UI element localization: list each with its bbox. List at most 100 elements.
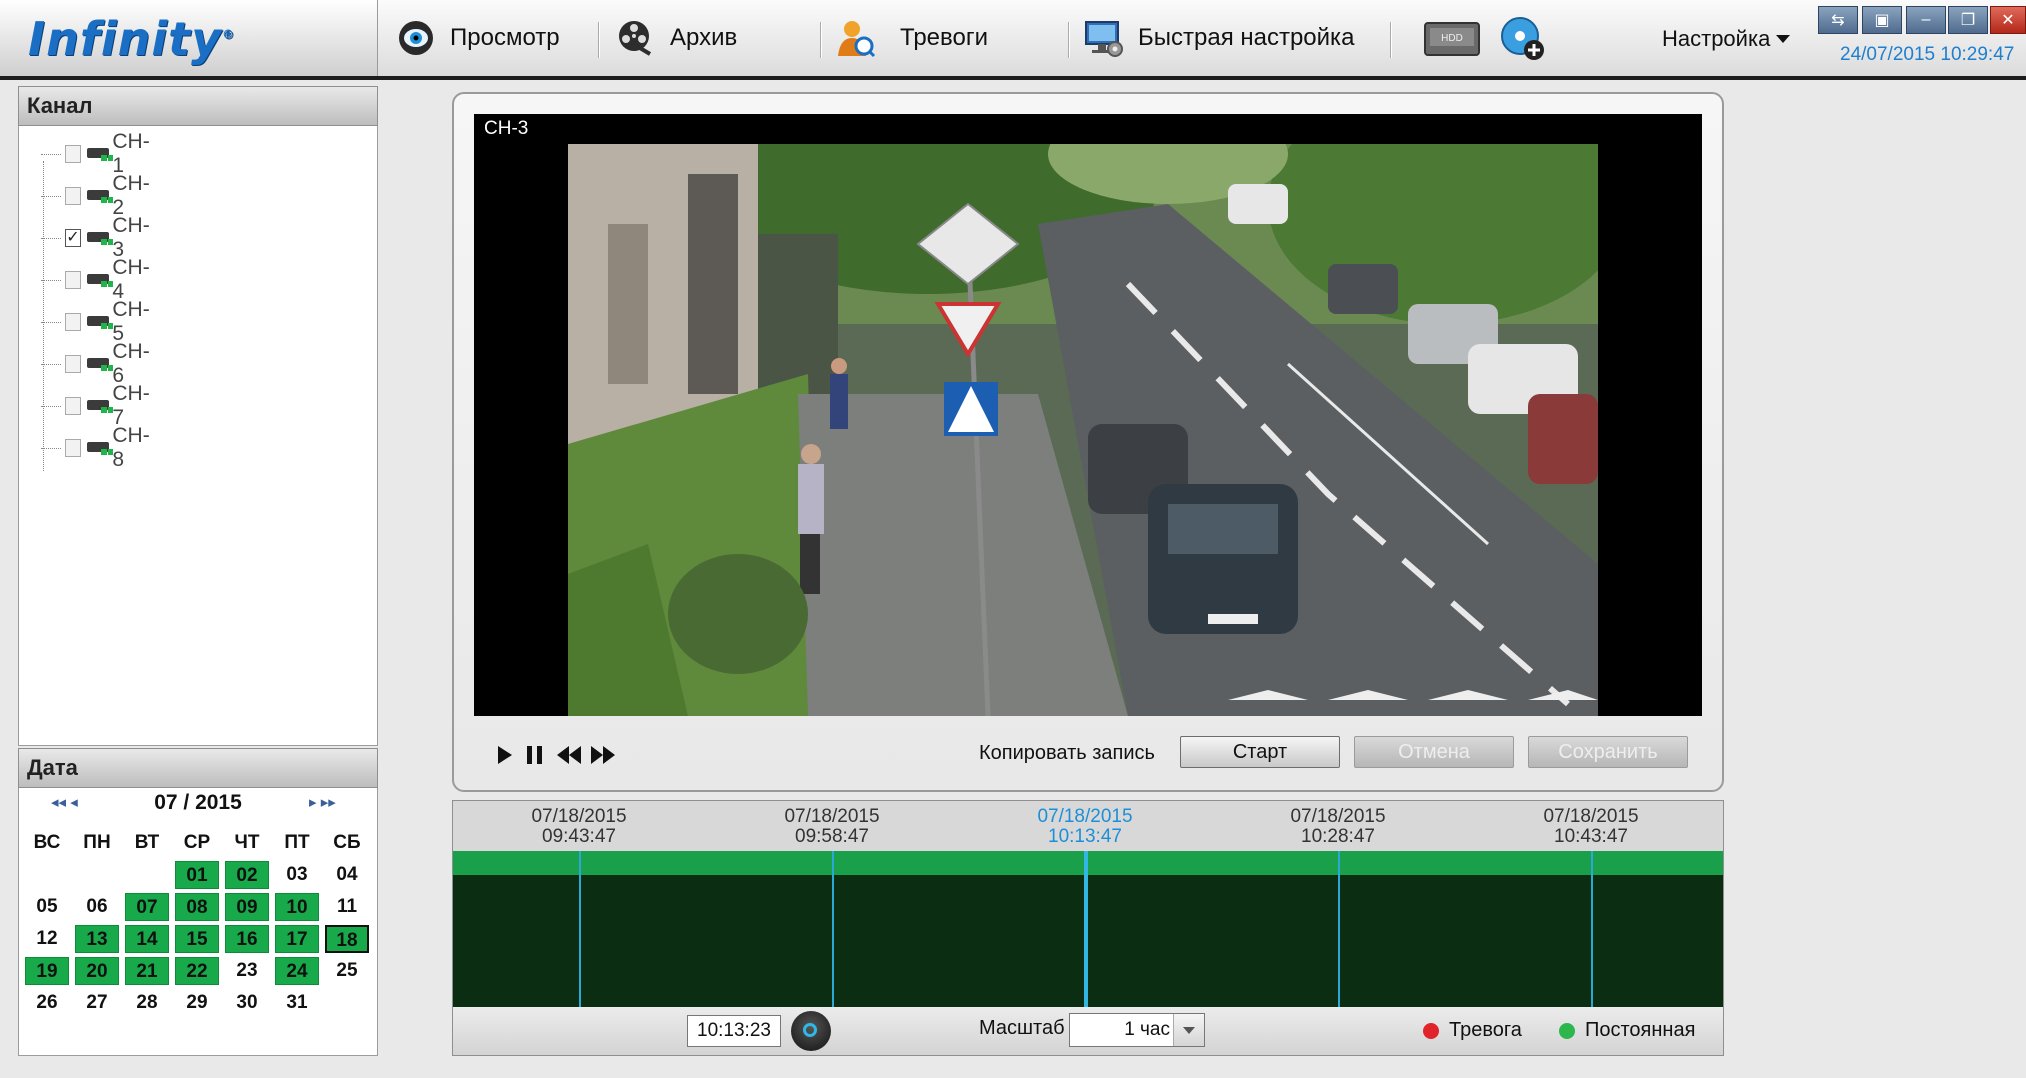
window-switch-button[interactable]: ⇆ — [1818, 6, 1858, 34]
calendar-day[interactable]: 03 — [275, 861, 319, 889]
scale-select[interactable]: 1 час — [1069, 1013, 1205, 1047]
tree-line — [41, 405, 61, 407]
calendar-day[interactable]: 12 — [25, 925, 69, 953]
channel-item[interactable]: CH-2 — [41, 172, 156, 219]
calendar-day[interactable]: 04 — [325, 861, 369, 889]
calendar-weekday: ПТ — [284, 832, 310, 853]
nav-label: Архив — [670, 24, 738, 51]
legend-alarm: Тревога — [1423, 1019, 1522, 1042]
calendar-day[interactable]: 26 — [25, 989, 69, 1017]
calendar-day[interactable]: 15 — [175, 925, 219, 953]
calendar-day[interactable]: 11 — [325, 893, 369, 921]
nav-quick-setup[interactable]: Быстрая настройка — [1084, 18, 1354, 58]
calendar-day[interactable]: 14 — [125, 925, 169, 953]
nav-label: Тревоги — [900, 24, 988, 51]
calendar-day[interactable]: 31 — [275, 989, 319, 1017]
pause-button[interactable] — [520, 740, 550, 770]
chevron-down-icon[interactable] — [1173, 1014, 1204, 1046]
timeline-playhead[interactable] — [1084, 851, 1088, 1007]
calendar-weekday: СР — [183, 832, 211, 853]
hdd-icon[interactable]: HDD — [1424, 22, 1480, 56]
channel-checkbox[interactable] — [64, 397, 82, 415]
channel-item[interactable]: CH-5 — [41, 298, 156, 345]
calendar-day[interactable]: 08 — [175, 893, 219, 921]
nav-live-view[interactable]: Просмотр — [396, 18, 560, 58]
nav-label: Просмотр — [450, 24, 560, 51]
channel-item[interactable]: CH-8 — [41, 424, 156, 471]
calendar-day[interactable]: 01 — [175, 861, 219, 889]
channel-checkbox[interactable] — [64, 439, 82, 457]
current-time-field[interactable]: 10:13:23 — [687, 1015, 781, 1047]
svg-text:HDD: HDD — [1441, 33, 1463, 44]
timeline-track-area[interactable] — [453, 875, 1723, 1007]
app-logo: Infinity® — [28, 12, 236, 66]
timeline-tick-label: 07/18/2015 10:43:47 — [1543, 806, 1639, 847]
tree-line — [41, 153, 61, 155]
video-frame[interactable] — [474, 144, 1702, 716]
channel-item[interactable]: CH-7 — [41, 382, 156, 429]
camera-icon — [87, 440, 114, 456]
camera-icon — [87, 314, 114, 330]
timeline-tick-label: 07/18/2015 09:43:47 — [531, 806, 627, 847]
channel-item[interactable]: CH-4 — [41, 256, 156, 303]
channel-checkbox[interactable] — [64, 355, 82, 373]
calendar-day[interactable]: 16 — [225, 925, 269, 953]
video-channel-title: CH-3 — [474, 114, 1702, 144]
calendar-day[interactable]: 22 — [175, 957, 219, 985]
fast-forward-button[interactable] — [588, 740, 618, 770]
channel-checkbox[interactable] — [64, 145, 82, 163]
nav-archive[interactable]: Архив — [616, 18, 737, 58]
camera-icon — [87, 230, 114, 246]
calendar-day[interactable]: 24 — [275, 957, 319, 985]
channel-label: CH-5 — [112, 298, 150, 345]
copy-record-label: Копировать запись — [979, 742, 1155, 764]
calendar-day[interactable]: 17 — [275, 925, 319, 953]
calendar-day[interactable]: 06 — [75, 893, 119, 921]
calendar-day[interactable]: 27 — [75, 989, 119, 1017]
channel-label: CH-1 — [112, 130, 150, 177]
calendar-day[interactable]: 30 — [225, 989, 269, 1017]
save-button[interactable]: Сохранить — [1528, 736, 1688, 768]
calendar-day[interactable]: 29 — [175, 989, 219, 1017]
window-restore-button[interactable]: ❐ — [1948, 6, 1988, 34]
calendar-day[interactable]: 23 — [225, 957, 269, 985]
goto-time-button[interactable] — [791, 1011, 831, 1051]
channel-checkbox[interactable] — [64, 271, 82, 289]
nav-alarms[interactable]: Тревоги — [836, 18, 988, 58]
window-close-button[interactable]: ✕ — [1990, 6, 2026, 34]
start-button[interactable]: Старт — [1180, 736, 1340, 768]
logo-area: Infinity® — [0, 0, 378, 76]
calendar-day[interactable]: 20 — [75, 957, 119, 985]
channel-item[interactable]: CH-1 — [41, 130, 156, 177]
calendar-day[interactable]: 10 — [275, 893, 319, 921]
channel-item[interactable]: ✓ CH-3 — [41, 214, 156, 261]
calendar-day[interactable]: 25 — [325, 957, 369, 985]
channel-panel: Канал CH-1 CH-2 ✓ CH-3 CH-4 CH-5 CH-6 CH-7 CH-8 — [18, 86, 378, 746]
calendar-weekday: ВС — [33, 832, 61, 853]
window-minimize-button[interactable]: – — [1906, 6, 1946, 34]
calendar-day[interactable]: 02 — [225, 861, 269, 889]
camera-icon — [87, 272, 114, 288]
rewind-button[interactable] — [554, 740, 584, 770]
settings-menu[interactable]: Настройка — [1662, 26, 1791, 52]
calendar-day[interactable]: 09 — [225, 893, 269, 921]
calendar-day[interactable]: 19 — [25, 957, 69, 985]
channel-checkbox[interactable] — [64, 313, 82, 331]
calendar-day[interactable]: 28 — [125, 989, 169, 1017]
continuous-dot-icon — [1559, 1022, 1575, 1039]
calendar-day[interactable]: 05 — [25, 893, 69, 921]
calendar-day[interactable]: 18 — [325, 925, 369, 953]
calendar-day[interactable]: 07 — [125, 893, 169, 921]
window-fullscreen-button[interactable]: ▣ — [1862, 6, 1902, 34]
play-button[interactable] — [490, 740, 520, 770]
timeline-continuous-track[interactable] — [453, 851, 1723, 875]
cancel-button[interactable]: Отмена — [1354, 736, 1514, 768]
channel-item[interactable]: CH-6 — [41, 340, 156, 387]
channel-checkbox[interactable] — [64, 187, 82, 205]
channel-checkbox[interactable]: ✓ — [64, 229, 82, 247]
calendar-day[interactable]: 13 — [75, 925, 119, 953]
disc-add-icon[interactable] — [1500, 16, 1546, 62]
timeline: 07/18/2015 09:43:47 07/18/2015 09:58:47 07/1… — [452, 800, 1724, 1056]
calendar-next-button[interactable]: ▸ ▸▸ — [309, 793, 336, 811]
calendar-day[interactable]: 21 — [125, 957, 169, 985]
